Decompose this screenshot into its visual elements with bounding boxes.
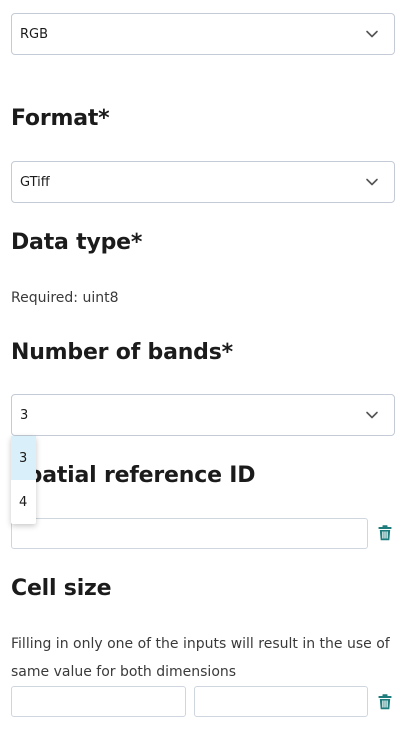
bands-heading: Number of bands* <box>11 340 233 365</box>
chevron-down-icon <box>364 26 380 42</box>
cell-size-x-input[interactable] <box>11 686 186 717</box>
data-type-note: Required: uint8 <box>11 290 119 306</box>
format-select[interactable]: GTiff <box>11 161 395 203</box>
format-value: GTiff <box>20 174 50 190</box>
bands-dropdown-menu: 3 4 <box>11 436 36 524</box>
bands-value: 3 <box>20 407 29 423</box>
chevron-down-icon <box>364 174 380 190</box>
trash-icon[interactable] <box>378 525 392 541</box>
cell-size-y-input[interactable] <box>194 686 368 717</box>
data-type-heading: Data type* <box>11 230 143 255</box>
bands-select[interactable]: 3 <box>11 394 395 436</box>
chevron-down-icon <box>364 407 380 423</box>
cell-size-note-line1: Filling in only one of the inputs will r… <box>11 636 390 652</box>
cell-size-note-line2: same value for both dimensions <box>11 664 237 680</box>
color-interpretation-select[interactable]: RGB <box>11 13 395 55</box>
srid-heading: Spatial reference ID <box>11 463 256 488</box>
bands-option-4[interactable]: 4 <box>11 480 36 524</box>
color-interpretation-value: RGB <box>20 26 49 42</box>
srid-input[interactable] <box>11 518 368 549</box>
trash-icon[interactable] <box>378 694 392 710</box>
cell-size-heading: Cell size <box>11 576 112 601</box>
format-heading: Format* <box>11 106 110 131</box>
bands-option-3[interactable]: 3 <box>11 436 36 480</box>
